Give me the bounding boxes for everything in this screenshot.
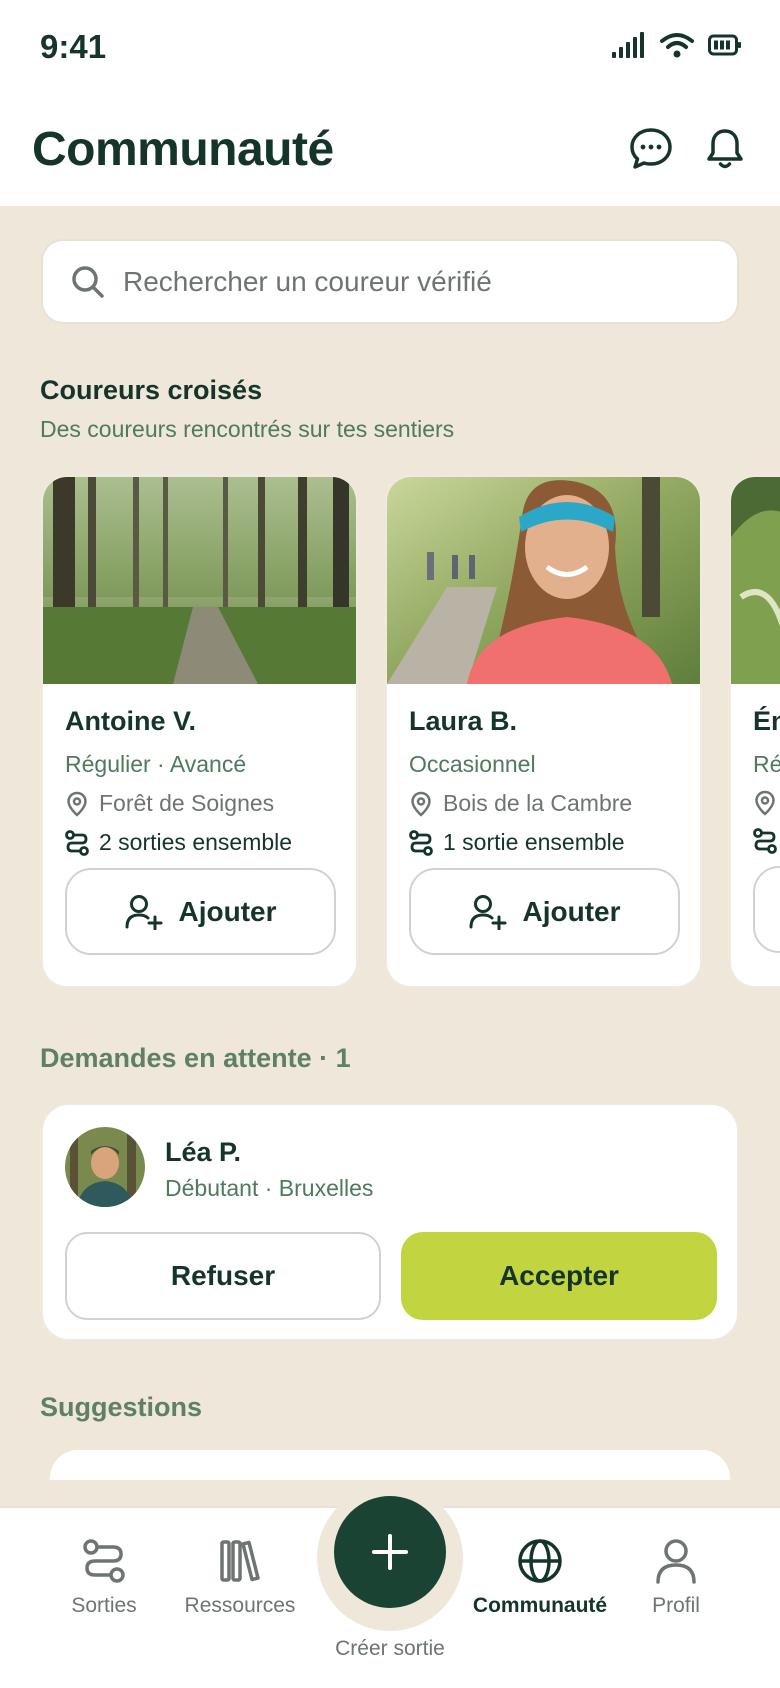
location-pin-icon: [67, 791, 87, 817]
suggestion-card[interactable]: [50, 1450, 730, 1480]
status-icons: [612, 32, 742, 58]
pending-requests-title: Demandes en attente · 1: [40, 1043, 351, 1073]
runners-carousel[interactable]: Antoine V. Régulier · Avancé Forêt de So…: [0, 475, 780, 990]
notifications-button[interactable]: [702, 126, 748, 172]
route-icon: [65, 829, 89, 856]
request-meta: Débutant · Bruxelles: [165, 1175, 374, 1201]
plus-icon: [372, 1534, 408, 1570]
runner-shared-runs: 2 sorties ensemble: [99, 829, 293, 855]
runner-location: Bois de la Cambre: [443, 790, 633, 816]
location-pin-icon: [755, 790, 775, 816]
route-icon: [83, 1539, 125, 1583]
messages-button[interactable]: [628, 126, 674, 172]
tab-label: Ressources: [184, 1594, 296, 1617]
request-name: Léa P.: [165, 1137, 242, 1167]
bell-icon: [707, 129, 743, 169]
runner-card[interactable]: Ém Ré: [729, 475, 780, 988]
avatar: [65, 1127, 145, 1207]
search-input[interactable]: [123, 265, 683, 298]
runner-photo: [387, 477, 700, 684]
status-bar: 9:41: [0, 0, 780, 96]
signal-icon: [612, 32, 644, 58]
add-friend-label: Ajouter: [178, 895, 277, 927]
location-pin-icon: [411, 791, 431, 817]
crossed-runners-subtitle: Des coureurs rencontrés sur tes sentiers: [40, 416, 455, 442]
accept-button[interactable]: Accepter: [401, 1232, 717, 1320]
runner-level: Occasionnel: [409, 751, 536, 777]
add-friend-button[interactable]: [753, 866, 780, 953]
tab-communaute[interactable]: Communauté: [470, 1538, 610, 1618]
globe-icon: [518, 1539, 562, 1583]
search-icon: [72, 265, 104, 298]
crossed-runners-title: Coureurs croisés: [40, 375, 263, 405]
runner-name: Ém: [753, 706, 780, 736]
add-friend-button[interactable]: Ajouter: [409, 868, 680, 955]
tab-profil[interactable]: Profil: [606, 1538, 746, 1618]
friend-request-card: Léa P. Débutant · Bruxelles Refuser Acce…: [41, 1103, 739, 1341]
runner-name: Antoine V.: [65, 706, 197, 736]
runner-level: Régulier · Avancé: [65, 751, 247, 777]
tab-sorties[interactable]: Sorties: [34, 1538, 174, 1618]
app-header: Communauté: [0, 96, 780, 206]
header-actions: [628, 126, 748, 172]
create-run-label: Créer sortie: [335, 1637, 445, 1660]
add-friend-label: Ajouter: [522, 895, 621, 927]
tab-label: Communauté: [472, 1594, 608, 1617]
runner-photo: [731, 477, 780, 684]
add-friend-button[interactable]: Ajouter: [65, 868, 336, 955]
search-bar[interactable]: [41, 239, 739, 324]
chat-bubble-icon: [630, 128, 672, 169]
tab-ressources[interactable]: Ressources: [170, 1538, 310, 1618]
route-icon: [409, 829, 433, 856]
runner-shared-runs: 1 sortie ensemble: [443, 829, 625, 855]
status-time: 9:41: [40, 28, 107, 65]
create-run-button[interactable]: [334, 1496, 446, 1608]
wifi-icon: [660, 33, 694, 58]
runner-name: Laura B.: [409, 706, 518, 736]
runner-card[interactable]: Antoine V. Régulier · Avancé Forêt de So…: [41, 475, 358, 988]
suggestions-title: Suggestions: [40, 1392, 203, 1422]
battery-icon: [708, 34, 741, 56]
tab-label: Sorties: [71, 1594, 137, 1617]
runner-card[interactable]: Laura B. Occasionnel Bois de la Cambre 1…: [385, 475, 702, 988]
page-title: Communauté: [32, 123, 334, 176]
add-user-icon: [469, 894, 506, 930]
person-icon: [656, 1539, 696, 1584]
tab-label: Profil: [652, 1594, 700, 1617]
runner-location: Forêt de Soignes: [99, 790, 275, 816]
route-icon: [753, 828, 777, 854]
runner-photo: [43, 477, 356, 684]
runner-level: Ré: [753, 751, 780, 777]
library-icon: [220, 1540, 260, 1582]
add-user-icon: [125, 894, 162, 930]
refuse-button[interactable]: Refuser: [65, 1232, 381, 1320]
